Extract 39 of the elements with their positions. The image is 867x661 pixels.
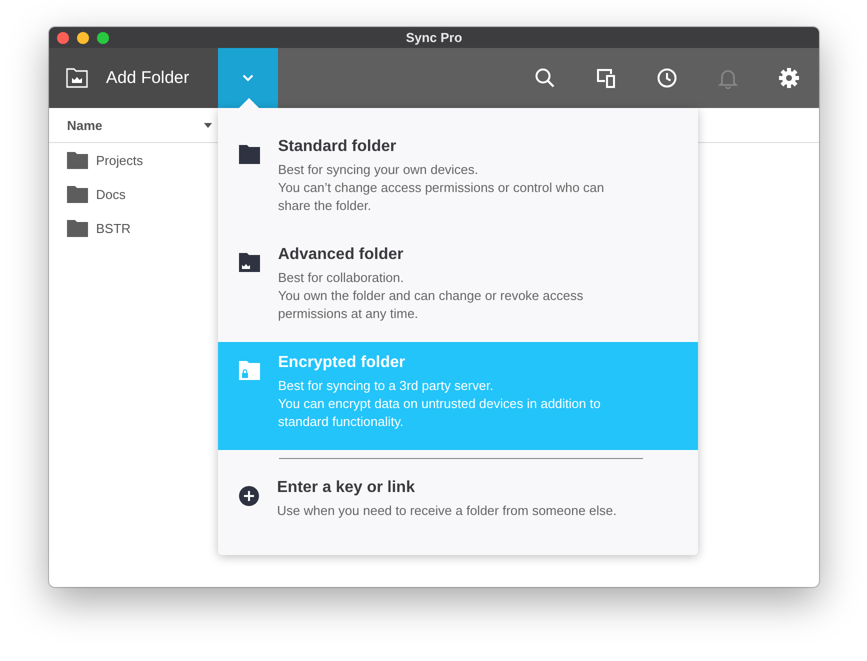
folder-name[interactable]: Projects	[96, 152, 143, 168]
zoom-button[interactable]	[97, 32, 109, 44]
folder-name[interactable]: BSTR	[96, 220, 131, 236]
menu-item[interactable]: Advanced folder Best for collaboration. You own the folder and can change or revoke access permissions at any time.	[218, 234, 698, 342]
devices-icon	[595, 67, 617, 89]
folder-icon	[67, 220, 88, 236]
lock-folder-icon	[239, 361, 260, 380]
option-description: Use when you need to receive a folder from someone else.	[277, 502, 617, 520]
option-description: Best for syncing to a 3rd party server.	[278, 377, 494, 395]
minimize-button[interactable]	[77, 32, 89, 44]
option-title: Enter a key or link	[277, 479, 416, 497]
add-folder-button[interactable]: Add Folder	[49, 48, 218, 108]
column-header[interactable]: Name	[67, 118, 102, 132]
crown-folder-icon	[239, 253, 260, 272]
clock-icon	[656, 67, 678, 89]
settings-icon	[778, 67, 800, 89]
search-icon	[534, 67, 556, 89]
folder-icon	[67, 186, 88, 202]
crown-folder-icon	[66, 68, 88, 88]
dropdown-button[interactable]	[218, 48, 278, 108]
folder-name[interactable]: Docs	[96, 186, 126, 202]
plus-circle-icon	[239, 486, 259, 506]
bell-icon	[717, 67, 739, 89]
sort-caret-icon[interactable]	[204, 122, 212, 128]
close-button[interactable]	[57, 32, 69, 44]
menu-item[interactable]: Enter a key or link Use when you need to receive a folder from someone else.	[218, 459, 698, 538]
option-description: You can’t change access permissions or control who can share the folder.	[278, 179, 606, 215]
option-title: Encrypted folder	[278, 354, 406, 372]
menu-item[interactable]: Standard folder Best for syncing your own devices. You can’t change access permissions or control who can share the folder.	[218, 126, 698, 234]
option-description: Best for collaboration.	[278, 269, 405, 287]
option-title: Standard folder	[278, 138, 398, 156]
option-description: You can encrypt data on untrusted devices in addition to standard functionality.	[278, 395, 602, 431]
folder-icon	[239, 145, 260, 164]
option-title: Advanced folder	[278, 246, 404, 264]
folder-icon	[67, 152, 88, 168]
window-title: Sync Pro	[406, 30, 462, 45]
option-description: You own the folder and can change or revoke access permissions at any time.	[278, 287, 584, 323]
chevron-down-icon	[242, 74, 254, 82]
option-description: Best for syncing your own devices.	[278, 161, 480, 179]
